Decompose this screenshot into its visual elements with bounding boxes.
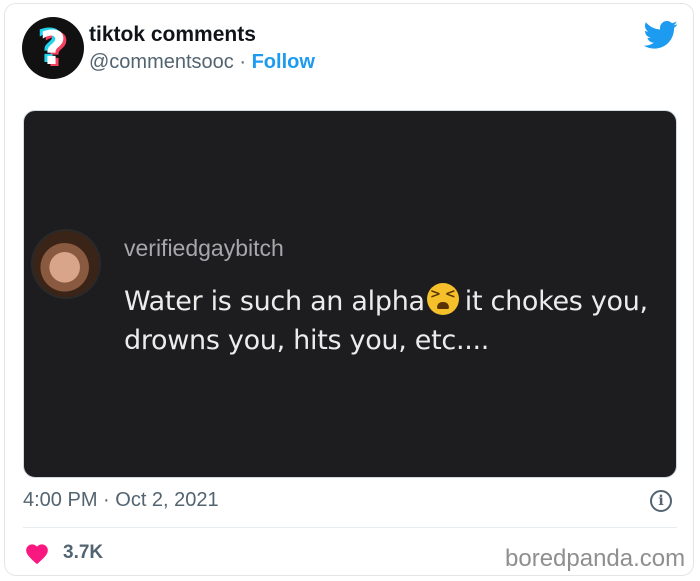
source-watermark: boredpanda.com [505,545,686,572]
divider [23,527,677,528]
author-handle[interactable]: @commentsooc [89,51,234,73]
separator-dot: · [239,51,247,73]
author-avatar[interactable]: ? [22,17,84,79]
heart-icon[interactable] [24,541,50,565]
commenter-avatar [33,231,99,297]
tired-face-emoji-icon [426,283,459,315]
comment-text-line-1: Water is such an alpha it chokes you, [124,283,648,317]
comment-text-part: it chokes you, [464,286,648,317]
tweet-timestamp[interactable]: 4:00 PM · Oct 2, 2021 [23,489,219,512]
comment-text-line-2: drowns you, hits you, etc.... [124,325,490,356]
author-handle-row: @commentsooc · Follow [89,51,315,74]
info-icon[interactable]: i [650,490,672,512]
follow-button[interactable]: Follow [252,51,315,73]
comment-text-part: Water is such an alpha [124,286,425,317]
commenter-name: verifiedgaybitch [124,235,284,261]
twitter-bird-icon[interactable] [644,20,678,50]
author-name[interactable]: tiktok comments [89,23,256,47]
like-count[interactable]: 3.7K [63,542,103,564]
question-mark-logo: ? [39,21,67,75]
tiktok-comment-screenshot[interactable]: verifiedgaybitch Water is such an alpha i… [23,110,677,478]
